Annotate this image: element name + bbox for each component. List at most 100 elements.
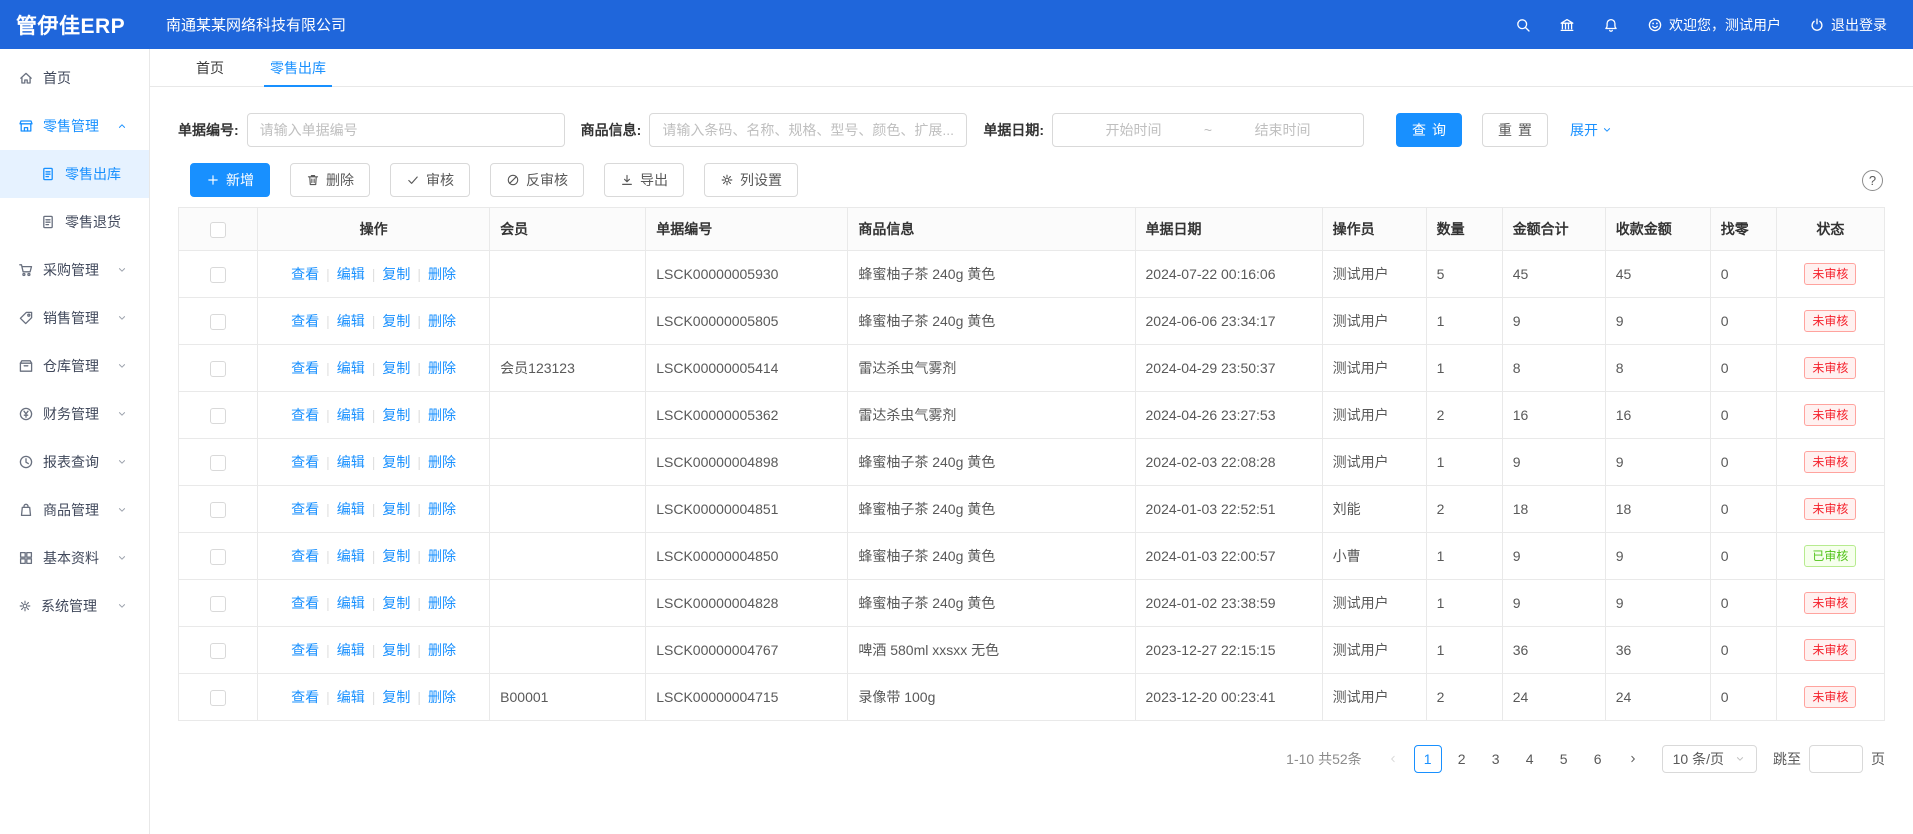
page-1[interactable]: 1 — [1414, 745, 1442, 773]
row-action-view[interactable]: 查看 — [291, 689, 319, 705]
jump-input[interactable] — [1809, 745, 1863, 773]
date-range-input[interactable]: 开始时间 ~ 结束时间 — [1052, 113, 1364, 147]
row-action-copy[interactable]: 复制 — [382, 360, 410, 376]
tab-home[interactable]: 首页 — [196, 49, 224, 86]
row-action-edit[interactable]: 编辑 — [337, 266, 365, 282]
row-action-edit[interactable]: 编辑 — [337, 595, 365, 611]
prev-page-button[interactable] — [1380, 745, 1406, 773]
row-action-edit[interactable]: 编辑 — [337, 360, 365, 376]
row-checkbox[interactable] — [210, 408, 226, 424]
select-all-checkbox[interactable] — [210, 222, 226, 238]
sidebar-item-home[interactable]: 首页 — [0, 54, 149, 102]
logout-button[interactable]: 退出登录 — [1809, 15, 1887, 35]
help-button[interactable]: ? — [1862, 170, 1883, 191]
doc-no-input[interactable] — [247, 113, 565, 147]
row-action-copy[interactable]: 复制 — [382, 454, 410, 470]
column-settings-button[interactable]: 列设置 — [704, 163, 798, 197]
row-action-edit[interactable]: 编辑 — [337, 548, 365, 564]
page-6[interactable]: 6 — [1584, 745, 1612, 773]
row-action-copy[interactable]: 复制 — [382, 407, 410, 423]
row-action-edit[interactable]: 编辑 — [337, 407, 365, 423]
header-actions: 欢迎您，测试用户 退出登录 — [1487, 15, 1913, 35]
reset-button[interactable]: 重置 — [1482, 113, 1548, 147]
row-action-copy[interactable]: 复制 — [382, 642, 410, 658]
row-action-delete[interactable]: 删除 — [428, 360, 456, 376]
page-3[interactable]: 3 — [1482, 745, 1510, 773]
export-button[interactable]: 导出 — [604, 163, 684, 197]
row-action-delete[interactable]: 删除 — [428, 266, 456, 282]
row-action-view[interactable]: 查看 — [291, 360, 319, 376]
row-action-copy[interactable]: 复制 — [382, 689, 410, 705]
row-action-delete[interactable]: 删除 — [428, 548, 456, 564]
row-action-view[interactable]: 查看 — [291, 642, 319, 658]
row-action-delete[interactable]: 删除 — [428, 407, 456, 423]
row-action-edit[interactable]: 编辑 — [337, 454, 365, 470]
row-action-view[interactable]: 查看 — [291, 313, 319, 329]
search-button[interactable]: 查询 — [1396, 113, 1462, 147]
cell-operator: 刘能 — [1322, 486, 1426, 533]
sidebar-item-system[interactable]: 系统管理 — [0, 582, 149, 630]
row-action-view[interactable]: 查看 — [291, 407, 319, 423]
cell-received: 18 — [1605, 486, 1710, 533]
sidebar-item-basic[interactable]: 基本资料 — [0, 534, 149, 582]
sidebar-item-retail[interactable]: 零售管理 — [0, 102, 149, 150]
sidebar-item-sales[interactable]: 销售管理 — [0, 294, 149, 342]
row-action-delete[interactable]: 删除 — [428, 501, 456, 517]
row-action-copy[interactable]: 复制 — [382, 266, 410, 282]
expand-link[interactable]: 展开 — [1570, 120, 1613, 140]
row-checkbox[interactable] — [210, 549, 226, 565]
row-action-delete[interactable]: 删除 — [428, 642, 456, 658]
row-checkbox[interactable] — [210, 361, 226, 377]
search-icon[interactable] — [1515, 17, 1531, 33]
page-5[interactable]: 5 — [1550, 745, 1578, 773]
delete-button[interactable]: 删除 — [290, 163, 370, 197]
row-select-cell — [179, 627, 258, 674]
row-action-delete[interactable]: 删除 — [428, 689, 456, 705]
audit-button[interactable]: 审核 — [390, 163, 470, 197]
sidebar-item-retail-return[interactable]: 零售退货 — [0, 198, 149, 246]
product-input[interactable] — [649, 113, 967, 147]
row-checkbox[interactable] — [210, 502, 226, 518]
row-checkbox[interactable] — [210, 690, 226, 706]
user-menu[interactable]: 欢迎您，测试用户 — [1647, 15, 1781, 35]
sidebar-item-reports[interactable]: 报表查询 — [0, 438, 149, 486]
row-action-copy[interactable]: 复制 — [382, 313, 410, 329]
tab-retail-outbound[interactable]: 零售出库 — [270, 49, 326, 86]
row-action-delete[interactable]: 删除 — [428, 454, 456, 470]
cell-product: 蜂蜜柚子茶 240g 黄色 — [848, 533, 1135, 580]
row-checkbox[interactable] — [210, 596, 226, 612]
row-checkbox[interactable] — [210, 455, 226, 471]
row-checkbox[interactable] — [210, 643, 226, 659]
sidebar-item-retail-outbound[interactable]: 零售出库 — [0, 150, 149, 198]
row-action-delete[interactable]: 删除 — [428, 313, 456, 329]
row-action-view[interactable]: 查看 — [291, 454, 319, 470]
row-action-copy[interactable]: 复制 — [382, 501, 410, 517]
unaudit-button[interactable]: 反审核 — [490, 163, 584, 197]
row-action-view[interactable]: 查看 — [291, 548, 319, 564]
page-2[interactable]: 2 — [1448, 745, 1476, 773]
page-size-select[interactable]: 10 条/页 — [1662, 745, 1757, 773]
bank-icon[interactable] — [1559, 17, 1575, 33]
row-action-edit[interactable]: 编辑 — [337, 642, 365, 658]
row-action-copy[interactable]: 复制 — [382, 548, 410, 564]
next-page-button[interactable] — [1620, 745, 1646, 773]
page-4[interactable]: 4 — [1516, 745, 1544, 773]
add-button[interactable]: 新增 — [190, 163, 270, 197]
row-action-edit[interactable]: 编辑 — [337, 501, 365, 517]
cell-date: 2024-07-22 00:16:06 — [1135, 251, 1322, 298]
sidebar-item-goods[interactable]: 商品管理 — [0, 486, 149, 534]
row-action-view[interactable]: 查看 — [291, 501, 319, 517]
sidebar-item-finance[interactable]: 财务管理 — [0, 390, 149, 438]
row-action-edit[interactable]: 编辑 — [337, 313, 365, 329]
row-action-view[interactable]: 查看 — [291, 595, 319, 611]
row-checkbox[interactable] — [210, 314, 226, 330]
row-action-edit[interactable]: 编辑 — [337, 689, 365, 705]
row-checkbox[interactable] — [210, 267, 226, 283]
bell-icon[interactable] — [1603, 17, 1619, 33]
row-action-view[interactable]: 查看 — [291, 266, 319, 282]
row-action-copy[interactable]: 复制 — [382, 595, 410, 611]
sidebar-item-purchase[interactable]: 采购管理 — [0, 246, 149, 294]
row-select-cell — [179, 674, 258, 721]
row-action-delete[interactable]: 删除 — [428, 595, 456, 611]
sidebar-item-warehouse[interactable]: 仓库管理 — [0, 342, 149, 390]
